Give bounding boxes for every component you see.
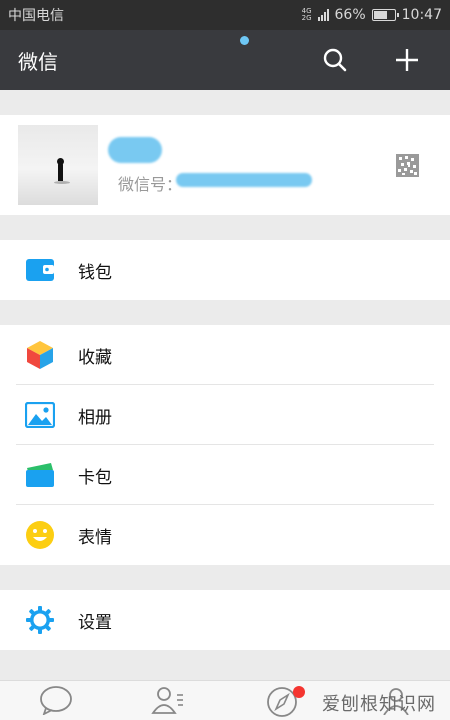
battery-icon (371, 9, 399, 21)
menu-item-settings[interactable]: 设置 (0, 590, 450, 650)
contacts-icon (151, 687, 183, 714)
carrier-name: 中国电信 (8, 8, 64, 24)
tab-chats[interactable] (36, 685, 76, 720)
status-bar: 中国电信 4G 2G 66% 10:47 (0, 0, 450, 30)
menu-item-label: 钱包 (78, 262, 112, 283)
wechat-id-redacted (176, 173, 312, 187)
menu-item-stickers[interactable]: 表情 (0, 505, 450, 565)
network-type: 4G 2G (301, 7, 312, 22)
menu-group-wallet: 钱包 (0, 240, 450, 300)
watermark-text: 爱刨根知识网 (322, 694, 436, 715)
discover-unread-badge (293, 686, 305, 698)
clock: 10:47 (401, 7, 442, 23)
settings-gear-icon (25, 605, 55, 635)
menu-group-settings: 设置 (0, 590, 450, 650)
signal-icon (317, 9, 329, 21)
qr-code-icon[interactable] (396, 154, 419, 177)
plus-icon[interactable] (390, 43, 424, 77)
profile-card[interactable]: 微信号： (0, 115, 450, 215)
avatar[interactable] (18, 125, 98, 205)
wallet-icon (25, 255, 55, 285)
album-icon (25, 400, 55, 430)
battery-percent: 66% (334, 7, 366, 23)
menu-item-wallet[interactable]: 钱包 (0, 240, 450, 300)
chat-bubble-icon (40, 686, 72, 715)
menu-item-label: 卡包 (78, 467, 112, 488)
menu-item-label: 表情 (78, 527, 112, 548)
menu-group-content: 收藏 相册 卡包 表情 (0, 325, 450, 565)
page-title: 微信 (18, 49, 58, 74)
smiley-icon (25, 520, 55, 550)
menu-item-label: 收藏 (78, 347, 112, 368)
wechat-id-label: 微信号： (118, 175, 183, 194)
menu-item-label: 设置 (78, 612, 112, 633)
battery-fill (373, 11, 387, 19)
menu-item-favorites[interactable]: 收藏 (0, 325, 450, 385)
favorites-cube-icon (25, 340, 55, 370)
menu-item-album[interactable]: 相册 (0, 385, 450, 445)
menu-item-cards[interactable]: 卡包 (0, 445, 450, 505)
tab-contacts[interactable] (148, 685, 188, 720)
status-indicators: 4G 2G 66% 10:47 (302, 7, 442, 23)
search-icon[interactable] (318, 43, 352, 77)
notification-dot (240, 36, 249, 45)
title-bar: 微信 (0, 30, 450, 90)
menu-item-label: 相册 (78, 407, 112, 428)
card-wallet-icon (25, 460, 55, 490)
nickname-redacted (108, 137, 162, 163)
